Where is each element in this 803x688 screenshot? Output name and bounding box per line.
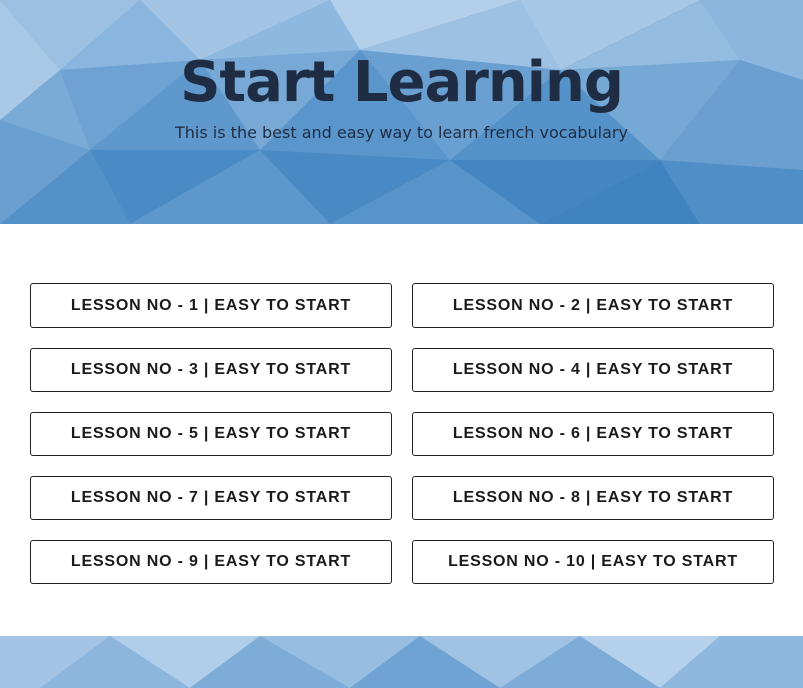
page-subtitle: This is the best and easy way to learn f… [175,123,628,142]
lesson-5-button[interactable]: LESSON NO - 5 | EASY TO START [30,412,392,456]
lesson-3-button[interactable]: LESSON NO - 3 | EASY TO START [30,348,392,392]
page-title: Start Learning [180,50,624,115]
lesson-8-button[interactable]: LESSON NO - 8 | EASY TO START [412,476,774,520]
hero-banner: Start Learning This is the best and easy… [0,0,803,224]
lesson-4-button[interactable]: LESSON NO - 4 | EASY TO START [412,348,774,392]
lesson-6-button[interactable]: LESSON NO - 6 | EASY TO START [412,412,774,456]
lesson-9-button[interactable]: LESSON NO - 9 | EASY TO START [30,540,392,584]
lesson-1-button[interactable]: LESSON NO - 1 | EASY TO START [30,283,392,328]
footer-banner [0,636,803,688]
lesson-10-button[interactable]: LESSON NO - 10 | EASY TO START [412,540,774,584]
lesson-7-button[interactable]: LESSON NO - 7 | EASY TO START [30,476,392,520]
lesson-grid: LESSON NO - 1 | EASY TO START LESSON NO … [30,283,774,584]
lesson-2-button[interactable]: LESSON NO - 2 | EASY TO START [412,283,774,328]
low-poly-footer-background [0,636,803,688]
